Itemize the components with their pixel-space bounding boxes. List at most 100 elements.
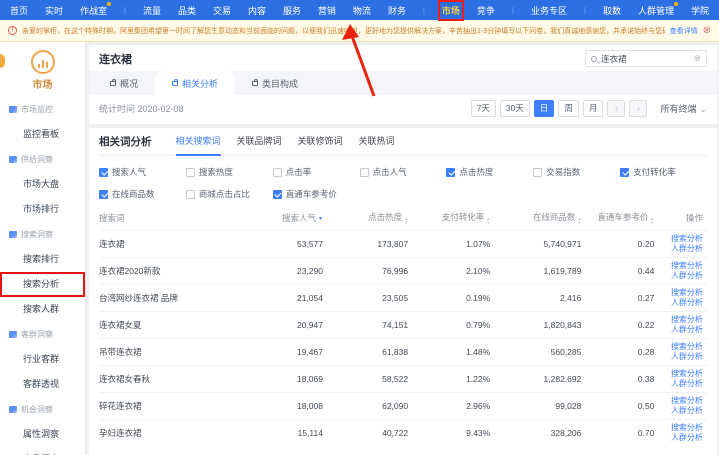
search-analysis-link[interactable]: 搜索分析 (671, 261, 703, 271)
sidebar-item-属性洞察[interactable]: 属性洞察 (0, 422, 85, 447)
table-header-搜索词: 搜索词 (99, 212, 245, 224)
metric-checkbox-点击率[interactable]: 点击率 (273, 166, 360, 178)
word-tab-关联修饰词[interactable]: 关联修饰词 (298, 128, 343, 156)
topnav-item-首页[interactable]: 首页 (10, 4, 28, 17)
sidebar-item-搜索分析[interactable]: 搜索分析 (0, 272, 85, 297)
clear-icon[interactable]: ⊗ (693, 53, 701, 64)
search-analysis-link[interactable]: 搜索分析 (671, 288, 703, 298)
sort-icon[interactable]: ▲▼ (404, 217, 408, 225)
metric-cell: 0.38 (585, 374, 658, 384)
notice-detail-link[interactable]: 查看详情 (670, 26, 698, 36)
crowd-analysis-link[interactable]: 人群分析 (671, 271, 703, 281)
crowd-analysis-link[interactable]: 人群分析 (671, 352, 703, 362)
crowd-analysis-link[interactable]: 人群分析 (671, 433, 703, 443)
metric-checkbox-商城点击占比[interactable]: 商城点击占比 (186, 188, 273, 200)
range-button-月[interactable]: 月 (583, 100, 604, 117)
metric-checkbox-搜索人气[interactable]: 搜索人气 (99, 166, 186, 178)
keyword-search-box[interactable]: ⊗ (585, 50, 707, 67)
metric-checkbox-点击热度[interactable]: 点击热度 (446, 166, 533, 178)
table-header-直通车参考价[interactable]: 直通车参考价▲▼ (585, 211, 658, 225)
sidebar-item-行业客群[interactable]: 行业客群 (0, 347, 85, 372)
chevron-down-icon: ⌄ (699, 104, 707, 114)
table-header-点击热度[interactable]: 点击热度▲▼ (327, 211, 412, 225)
topnav-item-品类[interactable]: 品类 (178, 4, 196, 17)
search-analysis-link[interactable]: 搜索分析 (671, 423, 703, 433)
table-row: 连衣裙女春秋18,06958,5221.22%1,282,6920.38搜索分析… (99, 365, 707, 392)
topnav-item-服务[interactable]: 服务 (283, 4, 301, 17)
topnav-item-实时[interactable]: 实时 (45, 4, 63, 17)
metric-cell: 2.96% (412, 401, 494, 411)
terminal-dropdown[interactable]: 所有终端⌄ (660, 102, 707, 115)
metric-cell: 0.70 (585, 428, 658, 438)
topnav-item-交易[interactable]: 交易 (213, 4, 231, 17)
crowd-analysis-link[interactable]: 人群分析 (671, 406, 703, 416)
topnav-item-取数[interactable]: 取数 (603, 4, 621, 17)
metric-checkbox-直通车参考价[interactable]: 直通车参考价 (273, 188, 360, 200)
sidebar-item-搜索排行[interactable]: 搜索排行 (0, 247, 85, 272)
search-analysis-link[interactable]: 搜索分析 (671, 234, 703, 244)
sidebar-item-监控看板[interactable]: 监控看板 (0, 122, 85, 147)
range-button-周[interactable]: 周 (558, 100, 579, 117)
sort-desc-icon[interactable]: ▼ (318, 216, 323, 222)
metric-checkbox-在线商品数[interactable]: 在线商品数 (99, 188, 186, 200)
notification-dot-icon (107, 2, 111, 6)
range-button-30天[interactable]: 30天 (500, 100, 530, 117)
topnav-item-内容[interactable]: 内容 (248, 4, 266, 17)
topnav-item-市场[interactable]: 市场 (442, 4, 460, 17)
topnav-item-财务[interactable]: 财务 (388, 4, 406, 17)
tab-类目构成[interactable]: 类目构成 (235, 71, 315, 95)
sidebar-item-市场大盘[interactable]: 市场大盘 (0, 172, 85, 197)
topnav-item-人群管理[interactable]: 人群管理 (638, 4, 674, 17)
word-tab-关联热词[interactable]: 关联热词 (359, 128, 395, 156)
search-analysis-link[interactable]: 搜索分析 (671, 315, 703, 325)
search-analysis-link[interactable]: 搜索分析 (671, 369, 703, 379)
topnav-item-物流[interactable]: 物流 (353, 4, 371, 17)
metric-checkbox-搜索热度[interactable]: 搜索热度 (186, 166, 273, 178)
next-page-button[interactable]: › (629, 100, 647, 117)
metric-cell: 5,740,971 (494, 239, 585, 249)
metric-checkbox-点击人气[interactable]: 点击人气 (360, 166, 447, 178)
search-input[interactable] (601, 54, 689, 64)
topnav-item-label: 服务 (283, 6, 301, 16)
sidebar-item-客群透视[interactable]: 客群透视 (0, 372, 85, 397)
metric-checkbox-交易指数[interactable]: 交易指数 (533, 166, 620, 178)
topnav-item-业务专区[interactable]: 业务专区 (531, 4, 567, 17)
crowd-analysis-link[interactable]: 人群分析 (671, 325, 703, 335)
sidebar-item-市场排行[interactable]: 市场排行 (0, 197, 85, 222)
table-header-支付转化率[interactable]: 支付转化率▲▼ (412, 211, 494, 225)
topnav-item-学院[interactable]: 学院 (691, 4, 709, 17)
word-tab-相关搜索词[interactable]: 相关搜索词 (176, 128, 221, 156)
sort-icon[interactable]: ▲▼ (486, 217, 490, 225)
table-header-搜索人气[interactable]: 搜索人气▼ (245, 212, 327, 224)
tab-概况[interactable]: 概况 (93, 71, 155, 95)
metric-checkbox-label: 商城点击占比 (199, 188, 250, 200)
checkbox-icon (533, 168, 542, 177)
sidebar-section-供给洞察: 供给洞察 (0, 147, 85, 172)
metric-cell: 1,282,692 (494, 374, 585, 384)
column-label: 在线商品数 (533, 212, 576, 222)
sort-icon[interactable]: ▲▼ (577, 217, 581, 225)
crowd-analysis-link[interactable]: 人群分析 (671, 379, 703, 389)
close-icon[interactable]: ⊗ (703, 25, 711, 36)
sort-icon[interactable]: ▲▼ (650, 217, 654, 225)
topnav-item-竞争[interactable]: 竞争 (477, 4, 495, 17)
nav-divider: | (423, 6, 425, 15)
range-button-日[interactable]: 日 (534, 100, 555, 117)
topnav-item-流量[interactable]: 流量 (143, 4, 161, 17)
word-tab-关联品牌词[interactable]: 关联品牌词 (237, 128, 282, 156)
range-button-7天[interactable]: 7天 (471, 100, 496, 117)
crowd-analysis-link[interactable]: 人群分析 (671, 244, 703, 254)
prev-page-button[interactable]: ‹ (607, 100, 625, 117)
sidebar-item-搜索人群[interactable]: 搜索人群 (0, 297, 85, 322)
topnav-item-作战室[interactable]: 作战室 (80, 4, 107, 17)
metric-checkbox-支付转化率[interactable]: 支付转化率 (620, 166, 707, 178)
tab-相关分析[interactable]: 相关分析 (155, 71, 235, 95)
topnav-item-营销[interactable]: 营销 (318, 4, 336, 17)
header-card: 连衣裙 ⊗ 概况相关分析类目构成 统计时间 2020-02-08 7天30天日周… (89, 45, 717, 124)
search-analysis-link[interactable]: 搜索分析 (671, 396, 703, 406)
search-analysis-link[interactable]: 搜索分析 (671, 342, 703, 352)
column-label: 操作 (686, 213, 703, 223)
sidebar-item-产品洞察[interactable]: 产品洞察 (0, 447, 85, 455)
table-header-在线商品数[interactable]: 在线商品数▲▼ (494, 211, 585, 225)
crowd-analysis-link[interactable]: 人群分析 (671, 298, 703, 308)
